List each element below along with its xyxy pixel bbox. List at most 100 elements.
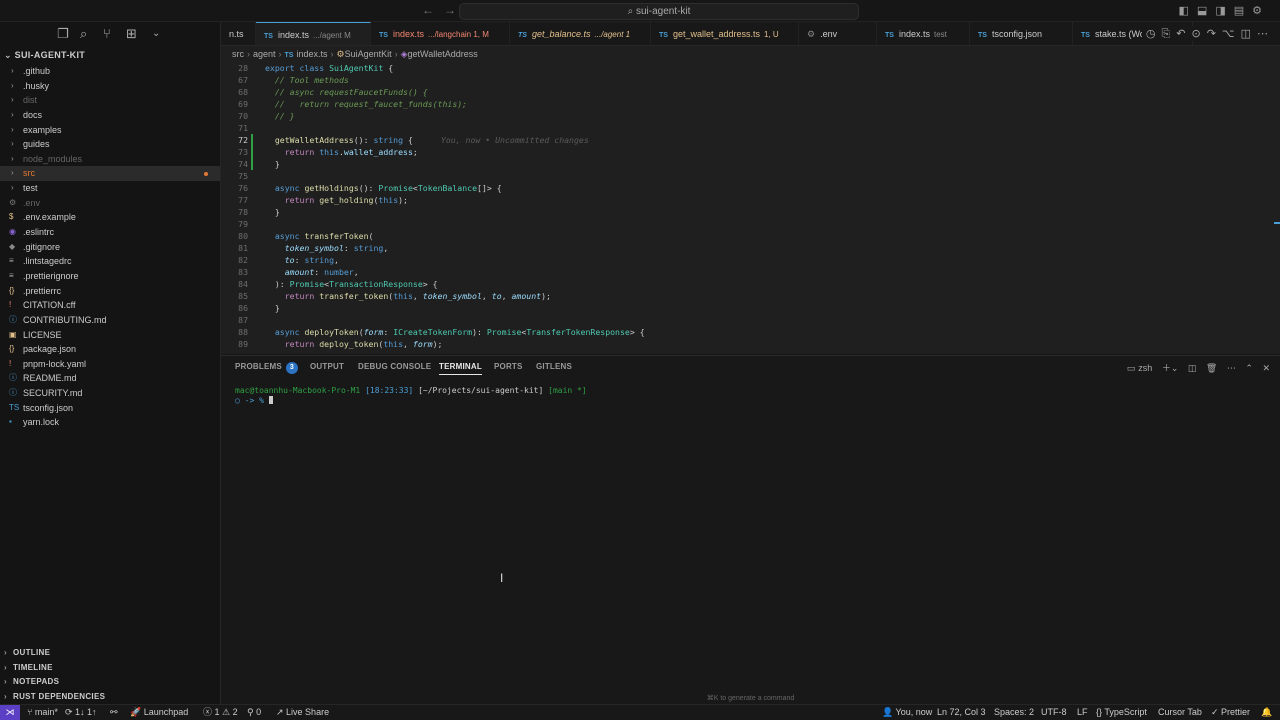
status-ports[interactable]: ⚲ 0 bbox=[247, 705, 261, 720]
tree-item[interactable]: TS tsconfig.json bbox=[0, 401, 220, 416]
editor-tab[interactable]: TS get_wallet_address.ts 1, U bbox=[651, 22, 799, 45]
tree-item[interactable]: ▣ LICENSE bbox=[0, 328, 220, 343]
editor-tab[interactable]: TS get_balance.ts .../agent 1 bbox=[510, 22, 651, 45]
toggle-sidebar-icon[interactable]: ◧ bbox=[1179, 5, 1197, 17]
branch-icon: ⑂ bbox=[27, 707, 35, 717]
tab-gitlens[interactable]: GITLENS bbox=[536, 362, 572, 371]
sidebar-section[interactable]: › NOTEPADS bbox=[0, 675, 220, 690]
tree-item[interactable]: ⓘ SECURITY.md bbox=[0, 386, 220, 401]
tree-item-label: .env.example bbox=[23, 212, 76, 223]
tab-problems[interactable]: PROBLEMS 3 bbox=[235, 362, 298, 374]
chevron-down-icon[interactable]: ⌄ bbox=[152, 28, 160, 39]
editor-tab[interactable]: TS index.ts .../langchain 1, M bbox=[371, 22, 510, 45]
tree-item[interactable]: › docs bbox=[0, 108, 220, 123]
tab-debug-console[interactable]: DEBUG CONSOLE bbox=[358, 362, 431, 371]
status-launchpad[interactable]: 🚀 Launchpad bbox=[130, 705, 188, 720]
tree-item[interactable]: ! CITATION.cff bbox=[0, 298, 220, 313]
terminal-output[interactable]: mac@toannhu-Macbook-Pro-M1 [18:23:33] [~… bbox=[235, 386, 587, 406]
compare-icon[interactable]: ⎘ bbox=[1161, 28, 1176, 40]
more-actions-icon[interactable]: ⋯ bbox=[1257, 28, 1274, 40]
status-branch[interactable]: ⑂ main* bbox=[27, 705, 58, 720]
breadcrumb-agent[interactable]: agent bbox=[253, 49, 276, 59]
tree-item[interactable]: $ .env.example bbox=[0, 210, 220, 225]
tree-item[interactable]: ≡ .prettierignore bbox=[0, 269, 220, 284]
status-encoding[interactable]: UTF-8 bbox=[1041, 705, 1067, 720]
commit-icon[interactable]: ⊙ bbox=[1191, 28, 1206, 40]
breadcrumb-src[interactable]: src bbox=[232, 49, 244, 59]
tab-ports[interactable]: PORTS bbox=[494, 362, 523, 371]
split-editor-icon[interactable]: ◫ bbox=[1241, 28, 1257, 40]
go-back-icon[interactable]: ↶ bbox=[1176, 28, 1191, 40]
customize-layout-icon[interactable]: ▤ bbox=[1234, 5, 1252, 17]
tree-item[interactable]: › node_modules bbox=[0, 152, 220, 167]
tree-item[interactable]: › src bbox=[0, 166, 220, 182]
tree-item[interactable]: ◆ .gitignore bbox=[0, 240, 220, 255]
tree-item[interactable]: ⓘ README.md bbox=[0, 371, 220, 386]
sidebar-sections: › OUTLINE › TIMELINE › NOTEPADS › RUST DEPENDEN… bbox=[0, 646, 220, 704]
close-icon[interactable]: ✕ bbox=[1262, 363, 1270, 373]
tree-item[interactable]: › .husky bbox=[0, 79, 220, 94]
notifications-bell-icon[interactable]: 🔔 bbox=[1261, 705, 1272, 720]
split-terminal-icon[interactable]: ◫ bbox=[1188, 363, 1197, 373]
shell-name[interactable]: zsh bbox=[1138, 363, 1152, 373]
toggle-secondary-sidebar-icon[interactable]: ◨ bbox=[1215, 5, 1233, 17]
editor-tab[interactable]: ⚙ .env bbox=[799, 22, 877, 45]
settings-gear-icon[interactable]: ⚙ bbox=[1252, 5, 1270, 17]
tree-item[interactable]: ! pnpm-lock.yaml bbox=[0, 357, 220, 372]
status-sync[interactable]: ⟳ 1↓ 1↑ bbox=[65, 705, 97, 720]
trash-icon[interactable]: 🗑 bbox=[1206, 363, 1217, 373]
sidebar-section[interactable]: › RUST DEPENDENCIES bbox=[0, 690, 220, 705]
forward-icon[interactable]: ↷ bbox=[1207, 28, 1222, 40]
editor-tab[interactable]: TS index.ts .../agent M bbox=[256, 22, 371, 45]
explorer-root-title[interactable]: ⌄ SUI-AGENT-KIT bbox=[0, 47, 220, 64]
code-line: 86 } bbox=[238, 303, 280, 313]
timeline-icon[interactable]: ◷ bbox=[1146, 28, 1162, 40]
status-cursor-tab[interactable]: Cursor Tab bbox=[1158, 705, 1202, 720]
tree-item[interactable]: ≡ .lintstagedrc bbox=[0, 254, 220, 269]
remote-icon[interactable]: ⋊ bbox=[0, 705, 20, 720]
sync-icon: ⟳ bbox=[65, 707, 76, 717]
editor-tab[interactable]: TS index.ts test bbox=[877, 22, 970, 45]
sidebar-section[interactable]: › TIMELINE bbox=[0, 661, 220, 676]
search-icon[interactable]: ⌕ bbox=[80, 26, 87, 42]
more-actions-icon[interactable]: ⋯ bbox=[1227, 363, 1236, 373]
toggle-panel-icon[interactable]: ⬓ bbox=[1197, 5, 1215, 17]
maximize-panel-icon[interactable]: ⌃ bbox=[1245, 363, 1253, 373]
command-center[interactable]: ⌕ sui-agent-kit bbox=[459, 3, 859, 20]
tab-output[interactable]: OUTPUT bbox=[310, 362, 344, 371]
status-graph[interactable]: ⚯ bbox=[110, 705, 118, 720]
editor-tab[interactable]: n.ts bbox=[221, 22, 256, 45]
status-liveshare[interactable]: ↗ Live Share bbox=[276, 705, 329, 720]
status-blame[interactable]: 👤 You, now bbox=[882, 705, 932, 720]
tree-item[interactable]: ⓘ CONTRIBUTING.md bbox=[0, 313, 220, 328]
code-editor[interactable]: 28 export class SuiAgentKit { 67 // Tool … bbox=[221, 62, 1280, 354]
tree-item[interactable]: {} .prettierrc bbox=[0, 284, 220, 299]
tree-item[interactable]: › examples bbox=[0, 123, 220, 138]
tree-item[interactable]: ◉ .eslintrc bbox=[0, 225, 220, 240]
status-position[interactable]: Ln 72, Col 3 bbox=[937, 705, 986, 720]
breadcrumb-file[interactable]: index.ts bbox=[296, 49, 327, 59]
tree-item[interactable]: › guides bbox=[0, 137, 220, 152]
tree-item[interactable]: ▪ yarn.lock bbox=[0, 415, 220, 430]
files-icon[interactable]: ❐ bbox=[57, 26, 69, 42]
source-control-icon[interactable]: ⑂ bbox=[103, 26, 111, 41]
tree-item[interactable]: › dist bbox=[0, 93, 220, 108]
back-arrow-icon[interactable]: ← bbox=[422, 3, 444, 17]
new-terminal-icon[interactable]: ＋⌄ bbox=[1162, 363, 1179, 373]
status-language[interactable]: {} TypeScript bbox=[1096, 705, 1147, 720]
status-indent[interactable]: Spaces: 2 bbox=[994, 705, 1034, 720]
breadcrumb-method[interactable]: getWalletAddress bbox=[408, 49, 478, 59]
gitlens-icon[interactable]: ⌥ bbox=[1222, 28, 1241, 40]
tree-item[interactable]: ⚙ .env bbox=[0, 196, 220, 211]
sidebar-section[interactable]: › OUTLINE bbox=[0, 646, 220, 661]
tree-item[interactable]: › test bbox=[0, 181, 220, 196]
editor-tab[interactable]: TS tsconfig.json bbox=[970, 22, 1073, 45]
status-prettier[interactable]: ✓ Prettier bbox=[1211, 705, 1250, 720]
extensions-icon[interactable]: ⊞ bbox=[126, 26, 137, 42]
breadcrumb-class[interactable]: SuiAgentKit bbox=[345, 49, 392, 59]
status-problems[interactable]: ⓧ 1 ⚠ 2 bbox=[203, 705, 238, 720]
tab-terminal[interactable]: TERMINAL bbox=[439, 362, 482, 375]
status-eol[interactable]: LF bbox=[1077, 705, 1088, 720]
tree-item[interactable]: {} package.json bbox=[0, 342, 220, 357]
tree-item[interactable]: › .github bbox=[0, 64, 220, 79]
